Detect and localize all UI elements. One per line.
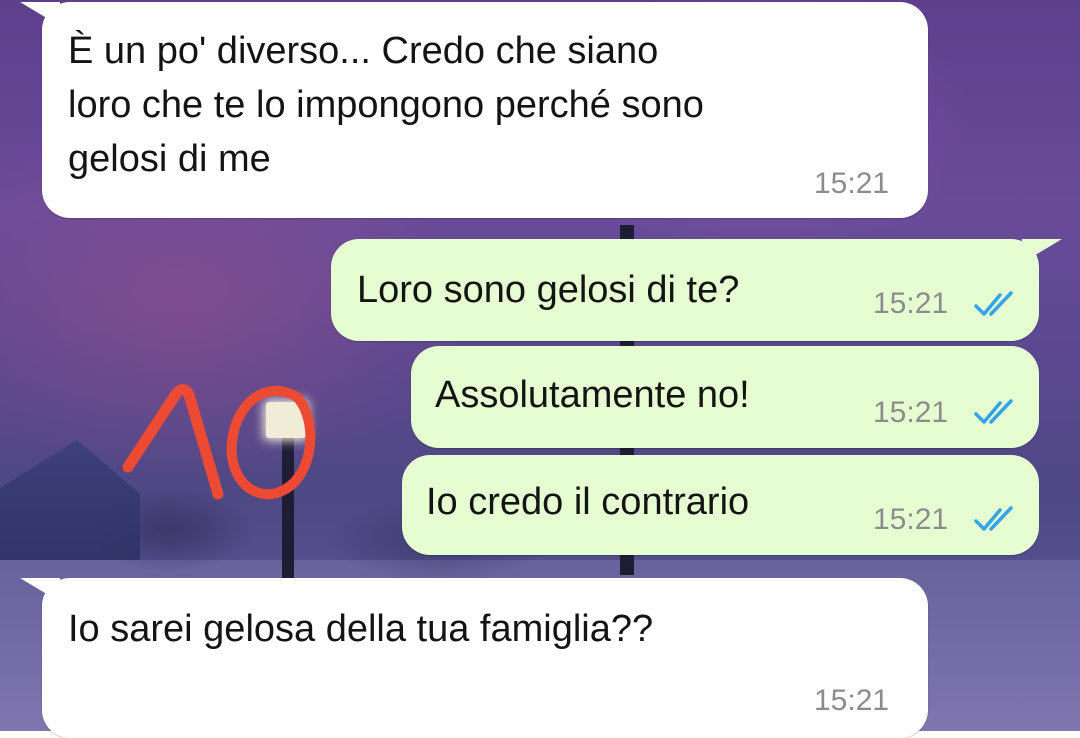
message-text: È un po' diverso... Credo che siano loro… — [68, 30, 704, 180]
double-check-icon — [974, 506, 1013, 531]
doodle-number-ten — [122, 384, 316, 500]
message-bubble-outgoing[interactable]: Loro sono gelosi di te? 15:21 — [331, 239, 1039, 341]
message-time: 15:21 — [814, 167, 890, 200]
message-time: 15:21 — [873, 503, 949, 536]
bubble-tail-outgoing — [1022, 239, 1062, 263]
message-bubble-outgoing[interactable]: Assolutamente no! 15:21 — [411, 346, 1039, 448]
message-time: 15:21 — [814, 684, 890, 717]
bubble-tail-incoming — [20, 578, 60, 602]
message-text: Loro sono gelosi di te? — [357, 269, 740, 311]
bubble-tail-incoming — [20, 2, 60, 26]
double-check-icon — [974, 291, 1013, 316]
message-text: Io credo il contrario — [426, 481, 750, 523]
message-text: Io sarei gelosa della tua famiglia?? — [68, 608, 654, 650]
message-bubble-incoming[interactable]: È un po' diverso... Credo che siano loro… — [42, 2, 928, 218]
message-time: 15:21 — [873, 287, 949, 320]
message-bubble-outgoing[interactable]: Io credo il contrario 15:21 — [402, 455, 1039, 555]
message-time: 15:21 — [873, 396, 949, 429]
message-text: Assolutamente no! — [435, 374, 750, 416]
double-check-icon — [974, 399, 1013, 424]
message-bubble-incoming[interactable]: Io sarei gelosa della tua famiglia?? 15:… — [42, 578, 928, 738]
